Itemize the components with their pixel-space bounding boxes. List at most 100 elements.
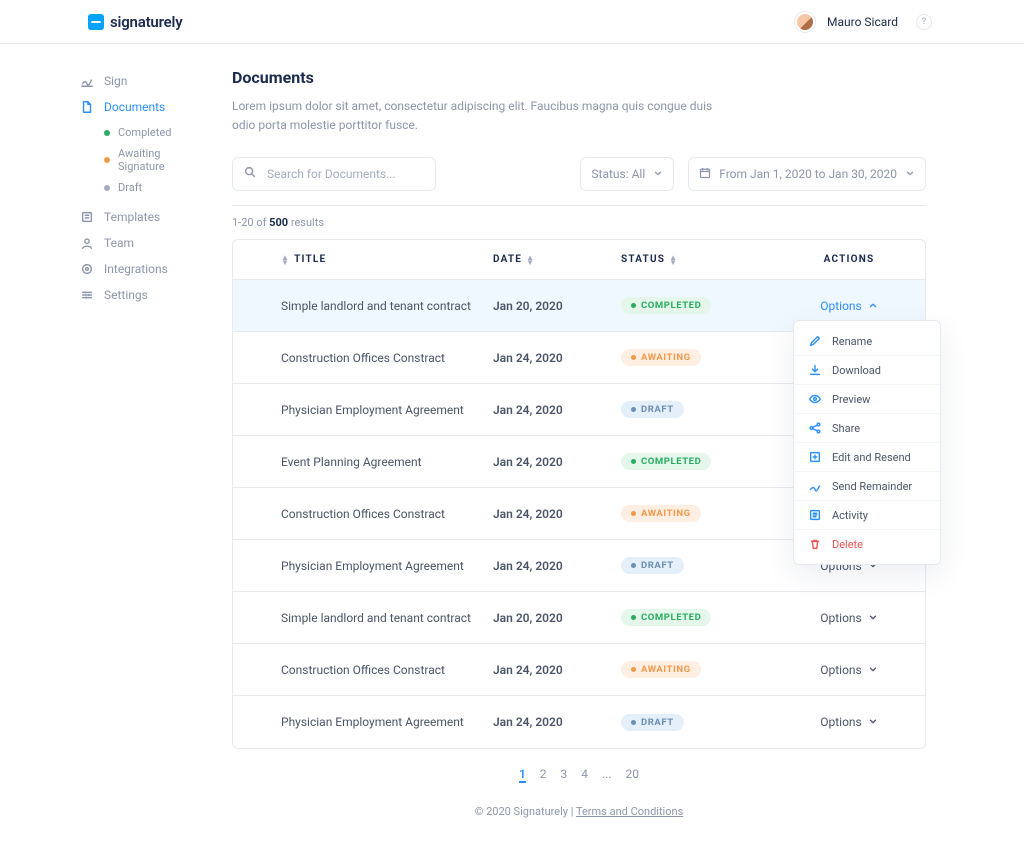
status-badge: COMPLETED [621, 297, 711, 314]
reminder-icon [808, 479, 822, 493]
row-title: Physician Employment Agreement [281, 715, 485, 729]
pagination-page[interactable]: 4 [581, 767, 588, 783]
page-title: Documents [232, 68, 926, 87]
sidebar-sub-label: Awaiting Signature [118, 147, 200, 173]
dropdown-item-label: Edit and Resend [832, 451, 911, 464]
sidebar-item-team[interactable]: Team [80, 230, 200, 256]
sidebar-item-documents[interactable]: Documents [80, 94, 200, 120]
sidebar-item-settings[interactable]: Settings [80, 282, 200, 308]
options-button[interactable]: Options [820, 715, 878, 729]
sidebar: Sign Documents Completed Awaiting Signat… [0, 44, 208, 856]
pagination-page[interactable]: 20 [626, 767, 640, 783]
status-dot-icon [631, 303, 636, 308]
chevron-down-icon [868, 611, 878, 625]
table-row: Simple landlord and tenant contract Jan … [233, 280, 925, 332]
row-date: Jan 24, 2020 [493, 559, 613, 573]
status-badge: COMPLETED [621, 453, 711, 470]
sort-icon: ▲▼ [669, 255, 678, 265]
trash-icon [808, 537, 822, 551]
dropdown-item-label: Download [832, 364, 881, 377]
pagination-page[interactable]: 2 [540, 767, 547, 783]
document-icon [80, 100, 94, 114]
search-input[interactable] [265, 166, 425, 182]
status-badge: AWAITING [621, 505, 701, 522]
results-count: 1-20 of 500 results [232, 216, 926, 229]
page-description: Lorem ipsum dolor sit amet, consectetur … [232, 97, 732, 135]
row-title: Construction Offices Constract [281, 507, 485, 521]
status-badge: COMPLETED [621, 609, 711, 626]
settings-icon [80, 288, 94, 302]
options-button[interactable]: Options [820, 663, 878, 677]
brand-logo[interactable]: signaturely [16, 13, 182, 31]
sidebar-sub-label: Draft [118, 181, 142, 194]
column-actions: ACTIONS [789, 254, 909, 265]
sidebar-item-integrations[interactable]: Integrations [80, 256, 200, 282]
dropdown-item-label: Delete [832, 538, 863, 551]
status-dot-icon [631, 667, 636, 672]
dropdown-item-download[interactable]: Download [794, 355, 940, 384]
table-row: Simple landlord and tenant contract Jan … [233, 592, 925, 644]
sidebar-subnav-documents: Completed Awaiting Signature Draft [80, 122, 200, 198]
dropdown-item-pencil[interactable]: Rename [794, 327, 940, 355]
download-icon [808, 363, 822, 377]
date-range-filter[interactable]: From Jan 1, 2020 to Jan 30, 2020 [688, 157, 926, 191]
status-badge: DRAFT [621, 714, 684, 731]
dropdown-item-activity[interactable]: Activity [794, 500, 940, 529]
status-dot-icon [631, 407, 636, 412]
eye-icon [808, 392, 822, 406]
footer-terms-link[interactable]: Terms and Conditions [576, 805, 683, 818]
help-icon[interactable]: ? [916, 14, 932, 30]
column-title[interactable]: ▲▼TITLE [281, 254, 485, 265]
sidebar-sub-completed[interactable]: Completed [104, 122, 200, 143]
row-status: COMPLETED [621, 609, 781, 626]
status-dot-icon [104, 185, 110, 191]
sidebar-item-label: Sign [104, 74, 190, 88]
status-filter[interactable]: Status: All [580, 157, 674, 191]
options-label: Options [820, 663, 862, 677]
column-status[interactable]: STATUS▲▼ [621, 254, 781, 265]
sidebar-item-label: Integrations [104, 262, 190, 276]
sidebar-sub-draft[interactable]: Draft [104, 177, 200, 198]
pagination-page[interactable]: 3 [561, 767, 568, 783]
app-header: signaturely Mauro Sicard ? [0, 0, 1024, 44]
dropdown-item-eye[interactable]: Preview [794, 384, 940, 413]
sidebar-sub-awaiting[interactable]: Awaiting Signature [104, 143, 200, 177]
options-button[interactable]: Options [820, 611, 878, 625]
sidebar-sub-label: Completed [118, 126, 171, 139]
status-dot-icon [104, 157, 110, 163]
status-dot-icon [631, 355, 636, 360]
status-dot-icon [631, 720, 636, 725]
footer: © 2020 Signaturely | Terms and Condition… [232, 783, 926, 832]
pagination-page[interactable]: 1 [519, 767, 526, 783]
row-status: AWAITING [621, 349, 781, 366]
chevron-down-icon [653, 167, 663, 181]
table-header: ▲▼TITLE DATE▲▼ STATUS▲▼ ACTIONS [233, 240, 925, 280]
options-dropdown: Rename Download Preview Share Edit and Resen… [793, 320, 941, 565]
row-title: Simple landlord and tenant contract [281, 611, 485, 625]
pencil-icon [808, 334, 822, 348]
status-dot-icon [631, 563, 636, 568]
options-button[interactable]: Options [820, 299, 878, 313]
dropdown-item-label: Share [832, 422, 860, 435]
row-status: DRAFT [621, 401, 781, 418]
dropdown-item-edit-resend[interactable]: Edit and Resend [794, 442, 940, 471]
row-title: Physician Employment Agreement [281, 403, 485, 417]
column-date[interactable]: DATE▲▼ [493, 254, 613, 265]
footer-copyright: © 2020 Signaturely | [475, 805, 576, 818]
table-row: Physician Employment Agreement Jan 24, 2… [233, 696, 925, 748]
dropdown-item-trash[interactable]: Delete [794, 529, 940, 558]
chevron-down-icon [905, 167, 915, 181]
row-status: AWAITING [621, 505, 781, 522]
row-date: Jan 24, 2020 [493, 403, 613, 417]
sidebar-item-label: Team [104, 236, 190, 250]
filter-bar: Status: All From Jan 1, 2020 to Jan 30, … [232, 157, 926, 191]
status-filter-label: Status: All [591, 167, 645, 181]
avatar[interactable] [795, 12, 815, 32]
user-menu[interactable]: Mauro Sicard [827, 15, 904, 29]
edit-resend-icon [808, 450, 822, 464]
dropdown-item-reminder[interactable]: Send Remainder [794, 471, 940, 500]
sidebar-item-sign[interactable]: Sign [80, 68, 200, 94]
sidebar-item-templates[interactable]: Templates [80, 204, 200, 230]
dropdown-item-share[interactable]: Share [794, 413, 940, 442]
search-input-wrap[interactable] [232, 157, 436, 191]
